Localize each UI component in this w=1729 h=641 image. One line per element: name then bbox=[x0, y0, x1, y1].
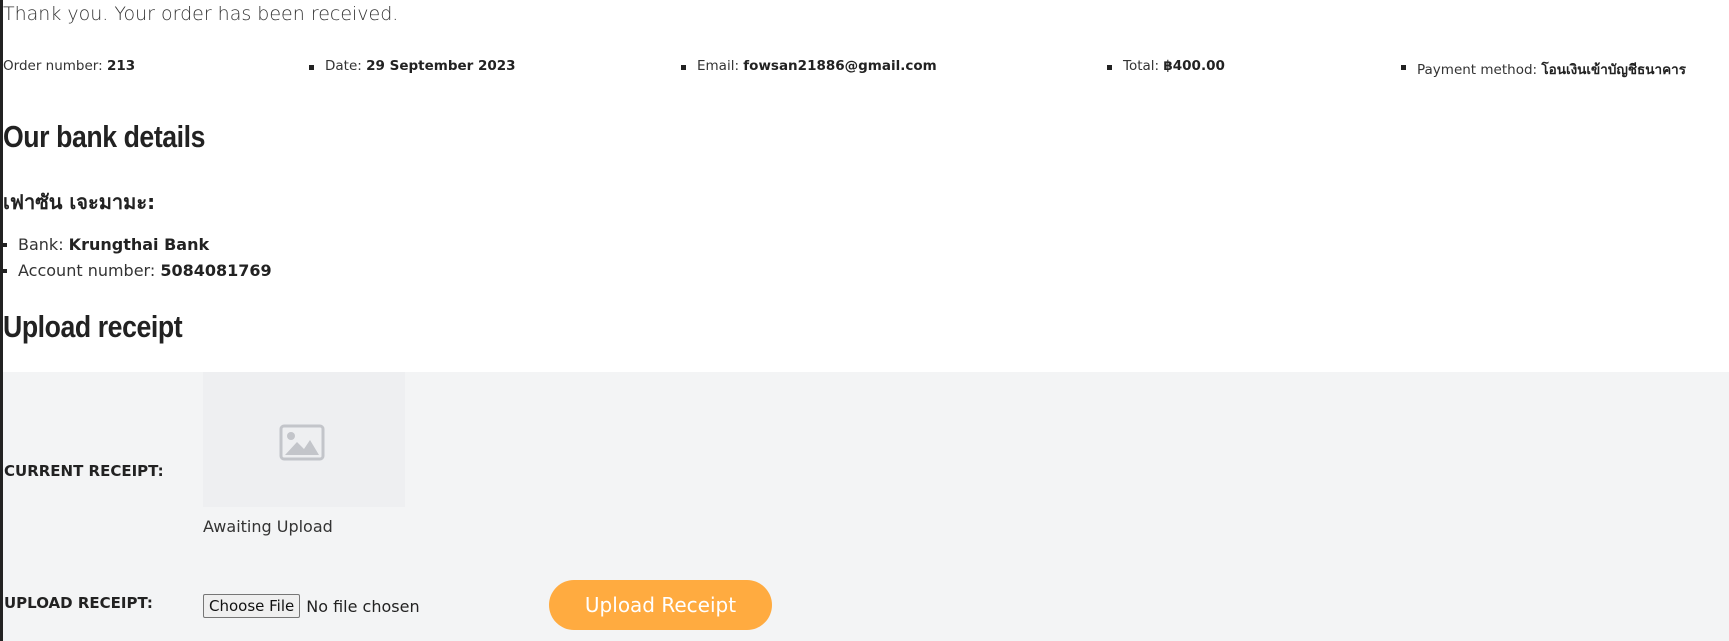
order-date-label: Date: bbox=[325, 58, 367, 74]
order-total-item: Total: ฿400.00 bbox=[1107, 58, 1225, 74]
order-date-value: 29 September 2023 bbox=[366, 58, 516, 74]
current-receipt-label: CURRENT RECEIPT: bbox=[4, 462, 164, 480]
list-bullet bbox=[1401, 65, 1406, 70]
upload-receipt-panel: CURRENT RECEIPT: Awaiting Upload UPLOAD … bbox=[3, 372, 1729, 641]
list-bullet bbox=[681, 65, 686, 70]
account-number-item: Account number: 5084081769 bbox=[3, 260, 272, 286]
order-email-item: Email: fowsan21886@gmail.com bbox=[681, 58, 937, 74]
account-number-value: 5084081769 bbox=[160, 261, 272, 280]
image-placeholder-icon bbox=[279, 424, 325, 461]
upload-receipt-button[interactable]: Upload Receipt bbox=[549, 580, 772, 630]
bank-name-label: Bank: bbox=[18, 235, 69, 254]
upload-receipt-heading: Upload receipt bbox=[3, 309, 183, 344]
upload-receipt-label: UPLOAD RECEIPT: bbox=[4, 594, 153, 612]
order-number-label: Order number: bbox=[3, 58, 107, 74]
payment-method-label: Payment method: bbox=[1417, 62, 1542, 78]
order-number-item: Order number: 213 bbox=[3, 58, 135, 74]
bank-details-heading: Our bank details bbox=[3, 119, 206, 154]
file-status-text: No file chosen bbox=[306, 596, 420, 616]
list-bullet bbox=[3, 269, 7, 273]
choose-file-button[interactable]: Choose File bbox=[203, 594, 301, 618]
order-email-value: fowsan21886@gmail.com bbox=[743, 58, 937, 74]
receipt-preview bbox=[203, 372, 405, 507]
order-received-page: Thank you. Your order has been received.… bbox=[3, 0, 1729, 641]
order-number-value: 213 bbox=[106, 58, 136, 74]
order-total-value: ฿400.00 bbox=[1163, 58, 1225, 74]
list-bullet bbox=[3, 243, 7, 247]
payment-method-value: โอนเงินเข้าบัญชีธนาคาร bbox=[1541, 62, 1686, 78]
order-date-item: Date: 29 September 2023 bbox=[309, 58, 516, 74]
account-name: เฟาซัน เจะมามะ: bbox=[3, 190, 156, 214]
receipt-file-input[interactable]: Choose File No file chosen bbox=[203, 594, 420, 618]
payment-method-item: Payment method: โอนเงินเข้าบัญชีธนาคาร bbox=[1401, 58, 1686, 80]
receipt-status: Awaiting Upload bbox=[203, 517, 333, 536]
order-total-label: Total: bbox=[1123, 58, 1164, 74]
list-bullet bbox=[309, 65, 314, 70]
list-bullet bbox=[1107, 65, 1112, 70]
bank-name-value: Krungthai Bank bbox=[68, 235, 210, 254]
bank-name-item: Bank: Krungthai Bank bbox=[3, 234, 272, 260]
thank-you-message: Thank you. Your order has been received. bbox=[3, 3, 399, 25]
account-number-label: Account number: bbox=[18, 261, 161, 280]
bank-details-list: Bank: Krungthai Bank Account number: 508… bbox=[3, 234, 272, 286]
order-email-label: Email: bbox=[697, 58, 744, 74]
